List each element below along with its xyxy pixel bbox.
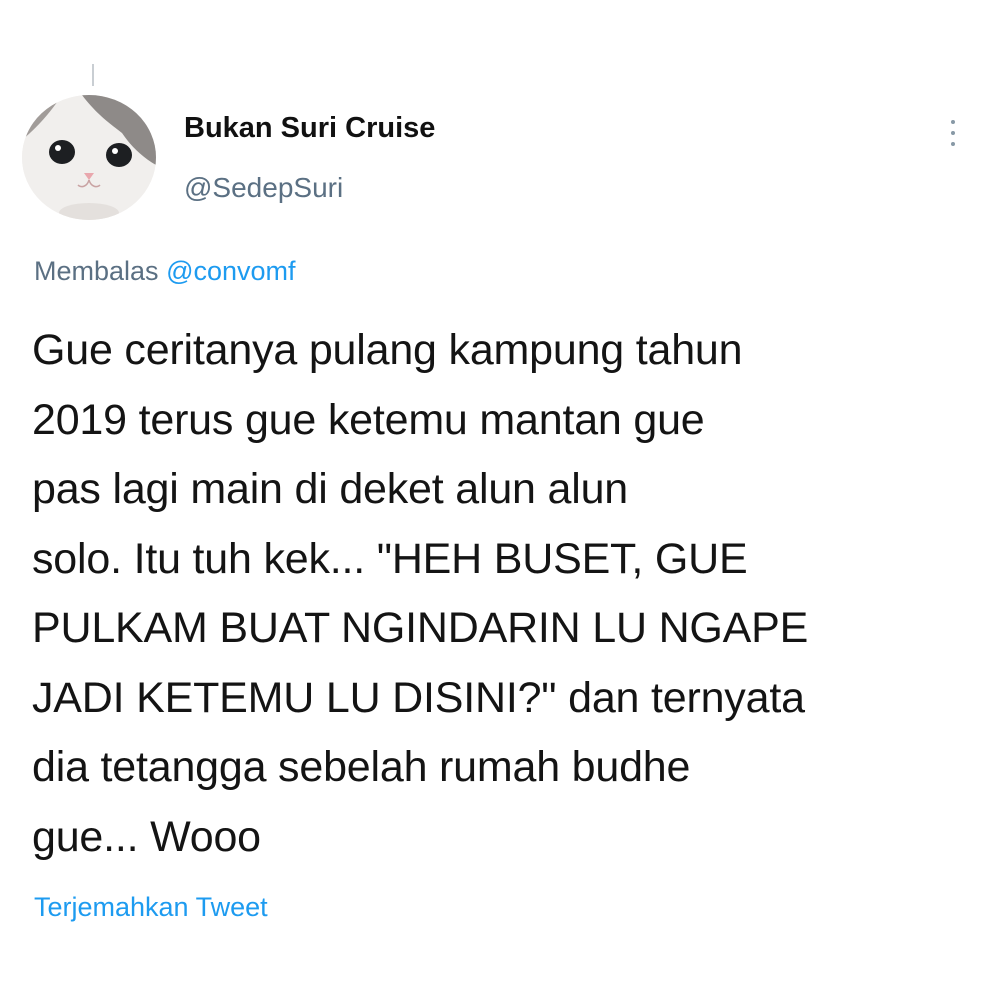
author-handle[interactable]: @SedepSuri xyxy=(184,172,343,204)
thread-connector-line xyxy=(92,64,94,86)
replying-to-prefix: Membalas xyxy=(34,256,159,286)
replying-to-mention-link[interactable]: @convomf xyxy=(166,256,295,286)
tweet-text: Gue ceritanya pulang kampung tahun 2019 … xyxy=(32,326,809,861)
cat-avatar-icon xyxy=(22,95,156,220)
translate-tweet-link[interactable]: Terjemahkan Tweet xyxy=(34,892,268,923)
more-options-button[interactable] xyxy=(938,116,968,150)
more-vertical-icon xyxy=(951,120,955,124)
replying-to: Membalas @convomf xyxy=(34,256,296,287)
avatar[interactable] xyxy=(22,95,156,220)
author-display-name[interactable]: Bukan Suri Cruise xyxy=(184,112,435,145)
